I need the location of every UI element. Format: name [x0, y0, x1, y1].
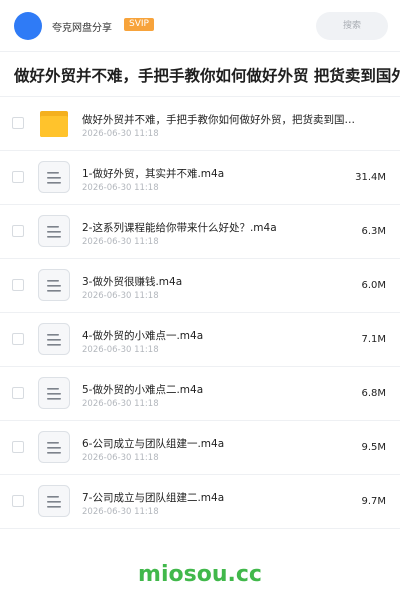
file-row[interactable]: 2-这系列课程能给你带来什么好处？.m4a 2026-06-30 11:18 6.3… — [0, 205, 400, 259]
username[interactable]: 夸克网盘分享 — [52, 19, 112, 34]
item-name: 7-公司成立与团队组建二.m4a — [82, 492, 225, 504]
watermark: miosou.cc — [138, 562, 262, 587]
item-size: 6.0M — [361, 280, 386, 291]
item-name: 做好外贸并不难，手把手教你如何做好外贸，把货卖到国… — [82, 114, 355, 126]
document-icon — [38, 485, 70, 517]
item-size: 9.5M — [361, 442, 386, 453]
item-date: 2026-06-30 11:18 — [82, 507, 159, 517]
row-checkbox[interactable] — [12, 387, 24, 399]
item-size: 31.4M — [355, 172, 386, 183]
item-size: 9.7M — [361, 496, 386, 507]
item-date: 2026-06-30 11:18 — [82, 183, 159, 193]
document-icon — [38, 161, 70, 193]
svip-badge: SVIP — [124, 18, 154, 31]
item-name: 2-这系列课程能给你带来什么好处？.m4a — [82, 222, 277, 234]
item-size: 6.3M — [361, 226, 386, 237]
document-icon — [38, 431, 70, 463]
row-checkbox[interactable] — [12, 279, 24, 291]
item-name: 6-公司成立与团队组建一.m4a — [82, 438, 225, 450]
row-checkbox[interactable] — [12, 117, 24, 129]
item-name: 5-做外贸的小难点二.m4a — [82, 384, 204, 396]
item-date: 2026-06-30 11:18 — [82, 291, 159, 301]
item-size: 7.1M — [361, 334, 386, 345]
row-checkbox[interactable] — [12, 225, 24, 237]
document-icon — [38, 323, 70, 355]
file-row[interactable]: 1-做好外贸，其实并不难.m4a 2026-06-30 11:18 31.4M — [0, 151, 400, 205]
row-checkbox[interactable] — [12, 441, 24, 453]
file-row[interactable]: 6-公司成立与团队组建一.m4a 2026-06-30 11:18 9.5M — [0, 421, 400, 475]
folder-icon — [38, 107, 70, 139]
file-row[interactable]: 4-做外贸的小难点一.m4a 2026-06-30 11:18 7.1M — [0, 313, 400, 367]
file-list: 做好外贸并不难，手把手教你如何做好外贸，把货卖到国… 2026-06-30 11:… — [0, 97, 400, 529]
file-row[interactable]: 3-做外贸很赚钱.m4a 2026-06-30 11:18 6.0M — [0, 259, 400, 313]
file-row[interactable]: 5-做外贸的小难点二.m4a 2026-06-30 11:18 6.8M — [0, 367, 400, 421]
file-row[interactable]: 7-公司成立与团队组建二.m4a 2026-06-30 11:18 9.7M — [0, 475, 400, 529]
top-bar: 夸克网盘分享 SVIP 搜索 — [0, 0, 400, 52]
document-icon — [38, 269, 70, 301]
folder-row[interactable]: 做好外贸并不难，手把手教你如何做好外贸，把货卖到国… 2026-06-30 11:… — [0, 97, 400, 151]
document-icon — [38, 377, 70, 409]
item-name: 3-做外贸很赚钱.m4a — [82, 276, 183, 288]
search-input[interactable]: 搜索 — [316, 12, 388, 40]
item-name: 1-做好外贸，其实并不难.m4a — [82, 168, 225, 180]
item-name: 4-做外贸的小难点一.m4a — [82, 330, 204, 342]
item-size: 6.8M — [361, 388, 386, 399]
row-checkbox[interactable] — [12, 333, 24, 345]
item-date: 2026-06-30 11:18 — [82, 129, 159, 139]
page-title: 做好外贸并不难，手把手教你如何做好外贸 把货卖到国外其 — [14, 67, 400, 85]
avatar[interactable] — [14, 12, 42, 40]
row-checkbox[interactable] — [12, 495, 24, 507]
document-icon — [38, 215, 70, 247]
item-date: 2026-06-30 11:18 — [82, 453, 159, 463]
item-date: 2026-06-30 11:18 — [82, 399, 159, 409]
item-date: 2026-06-30 11:18 — [82, 345, 159, 355]
row-checkbox[interactable] — [12, 171, 24, 183]
item-date: 2026-06-30 11:18 — [82, 237, 159, 247]
